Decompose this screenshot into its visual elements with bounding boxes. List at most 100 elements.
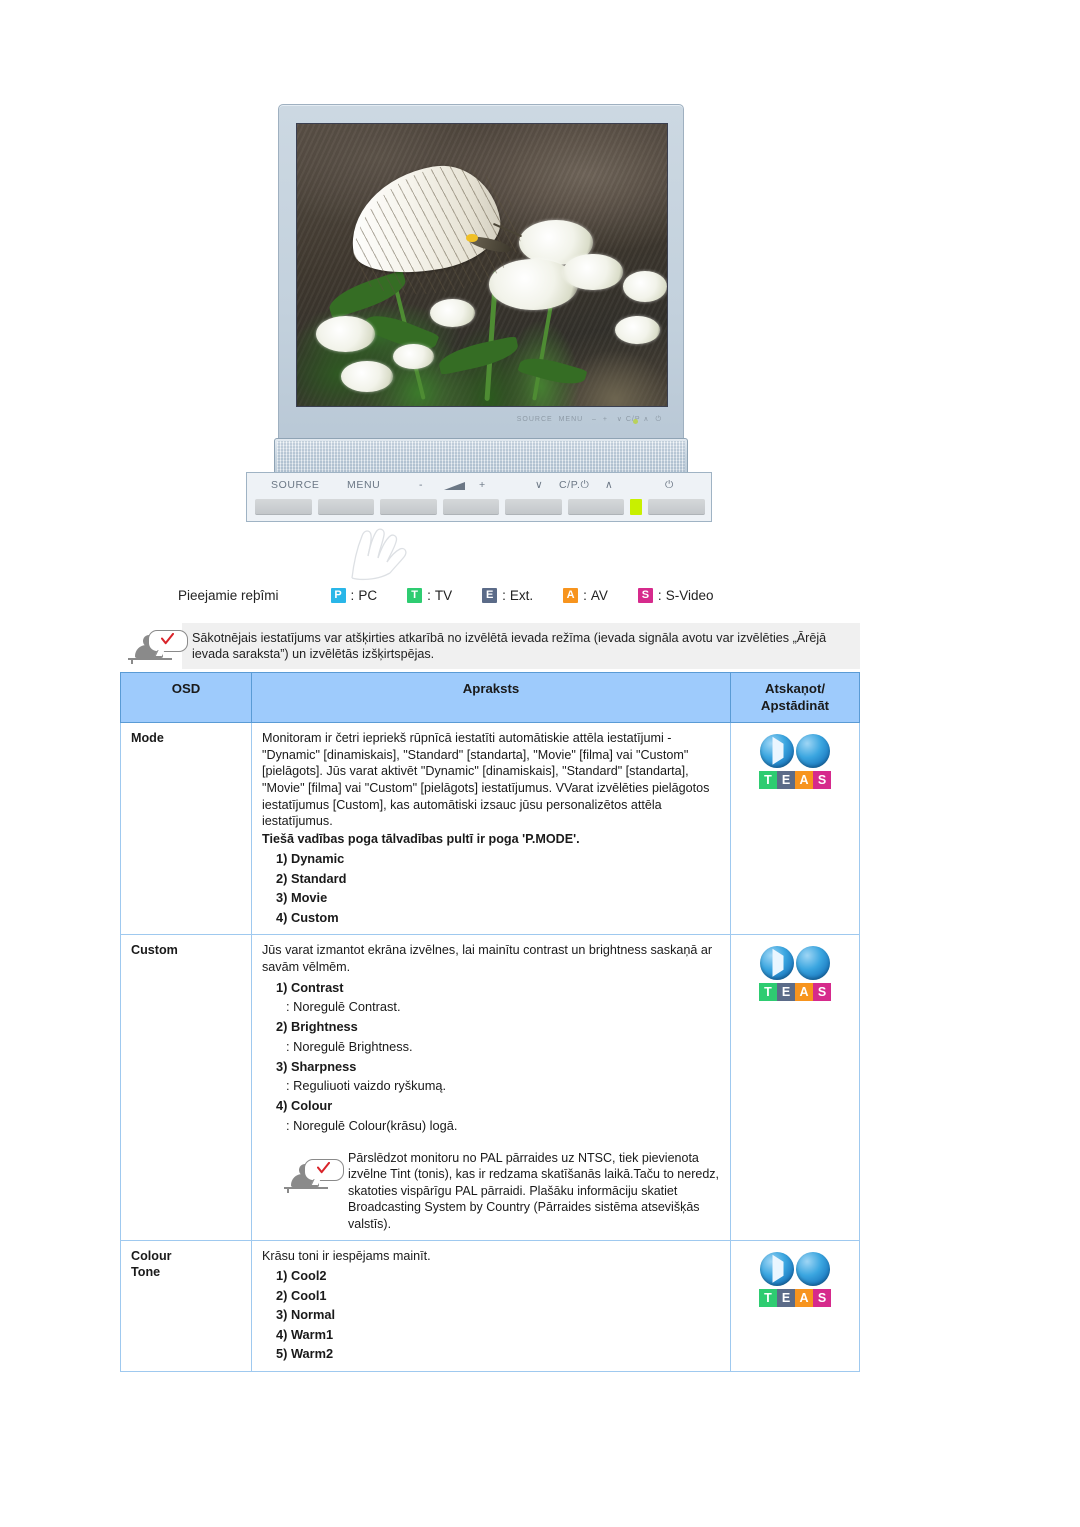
control-panel-labels: SOURCE MENU - + ∨ C/P.⏻ ∧ ⏻ (247, 479, 711, 495)
row-description-colour-tone: Krāsu toni ir iespējams mainīt. 1) Cool2… (251, 1239, 731, 1372)
list-item: 3) Movie (276, 888, 720, 908)
mode-name-svideo: S-Video (665, 587, 714, 603)
list-item-sub: : Noregulē Colour(krāsu) logā. (286, 1117, 458, 1133)
list-item: 2) Brightness : Noregulē Brightness. (276, 1017, 720, 1057)
list-item: 2) Cool1 (276, 1286, 720, 1306)
header-reset-line1: Atskaņot/ (764, 681, 826, 696)
list-item-label: Cool1 (290, 1287, 327, 1303)
panel-button-source[interactable] (255, 499, 312, 515)
monitor-illustration: SOURCE MENU – + ∨ C/P ∧ ⏻ SOURCE MENU - … (246, 104, 714, 581)
control-label-plus: + (479, 479, 486, 491)
inner-note: Pārslēdzot monitoru no PAL pārraides uz … (262, 1150, 720, 1233)
mode-badge-e: E (482, 587, 498, 603)
teas-letter-s: S (813, 771, 831, 790)
list-item-number: 3) (276, 890, 288, 906)
row-osd-line2: Tone (131, 1265, 161, 1280)
list-item-label: Standard (290, 870, 347, 886)
person-desk (128, 658, 172, 660)
teas-letter-s: S (813, 983, 831, 1002)
stop-button-icon (796, 946, 830, 981)
mode-item-tv: T : TV (407, 587, 452, 603)
volume-icon (443, 480, 467, 495)
play-button-icon (760, 734, 794, 769)
list-item-sub: : Reguliuoti vaizdo ryškumą. (286, 1078, 447, 1094)
panel-button-minus[interactable] (380, 499, 437, 515)
control-panel-buttons[interactable] (255, 499, 706, 515)
checkmark-icon (161, 633, 174, 645)
mode-item-pc: P : PC (330, 587, 378, 603)
checkmark-icon (317, 1161, 330, 1173)
mode-sep: : (502, 587, 506, 603)
list-item-label: Dynamic (290, 851, 345, 867)
row-reset-colour-tone: T E A S (730, 1239, 860, 1372)
mode-item-svideo: S : S-Video (637, 587, 714, 603)
monitor-screen (296, 123, 668, 407)
bezel-control-hints: SOURCE MENU – + ∨ C/P ∧ ⏻ (516, 416, 662, 423)
photo-flower (563, 253, 623, 291)
header-reset-line2: Apstādināt (760, 697, 830, 713)
person-desk (284, 1186, 328, 1189)
available-modes-label: Pieejamie reþîmi (178, 587, 279, 603)
list-item-label: Normal (290, 1307, 336, 1323)
teas-circles (755, 1251, 835, 1286)
row-osd-colour-tone: Colour Tone (120, 1239, 252, 1372)
list-item-label: Warm1 (290, 1326, 334, 1342)
list-item-sub: : Noregulē Brightness. (286, 1038, 413, 1054)
list-item: 4) Colour : Noregulē Colour(krāsu) logā. (276, 1096, 720, 1136)
row-osd-mode: Mode (120, 722, 252, 936)
butterfly-wing-veins (339, 155, 529, 308)
teas-letter-t: T (759, 771, 777, 790)
control-label-channel-program: C/P.⏻ (559, 479, 590, 491)
description-bold-line: Tiešā vadības poga tālvadības pultī ir p… (262, 831, 580, 846)
list-item: 4) Custom (276, 908, 720, 928)
person-desk-leg (287, 1188, 289, 1193)
mode-name-pc: PC (358, 587, 378, 603)
list-item-number: 5) (276, 1346, 288, 1362)
row-description-custom: Jūs varat izmantot ekrāna izvēlnes, lai … (251, 934, 731, 1241)
row-reset-custom: T E A S (730, 934, 860, 1241)
list-item-number: 2) (276, 1019, 288, 1035)
list-item: 3) Sharpness : Reguliuoti vaizdo ryškumą… (276, 1057, 720, 1097)
list-item-label: Brightness (290, 1019, 358, 1035)
control-label-menu: MENU (347, 479, 381, 491)
photo-flower (341, 360, 394, 392)
panel-button-menu[interactable] (317, 499, 375, 515)
panel-button-up[interactable] (567, 499, 625, 515)
list-item-number: 3) (276, 1058, 288, 1074)
teas-letters: T E A S (755, 1288, 835, 1307)
row-reset-mode: T E A S (730, 722, 860, 936)
note-text-box: Sākotnējais iestatījums var atšķirties a… (182, 623, 860, 669)
list-item-number: 2) (276, 1287, 288, 1303)
panel-button-power[interactable] (648, 499, 706, 515)
list-item: 2) Standard (276, 869, 720, 889)
list-item: 1) Dynamic (276, 849, 720, 869)
control-label-minus: - (419, 479, 424, 491)
description-paragraph: Jūs varat izmantot ekrāna izvēlnes, lai … (262, 943, 713, 974)
note-banner: Sākotnējais iestatījums var atšķirties a… (120, 622, 860, 670)
teas-icon: T E A S (755, 946, 835, 1002)
inner-note-text: Pārslēdzot monitoru no PAL pārraides uz … (348, 1150, 719, 1231)
teas-letter-t: T (759, 1288, 777, 1307)
list-item-number: 3) (276, 1307, 288, 1323)
list-item-number: 1) (276, 851, 288, 867)
chevron-up-icon: ∧ (605, 479, 614, 491)
teas-letter-t: T (759, 983, 777, 1002)
mode-sep: : (427, 587, 431, 603)
mode-badge-a: A (563, 587, 579, 603)
mode-sep: : (350, 587, 355, 603)
list-item-number: 4) (276, 909, 288, 925)
list-item-label: Colour (290, 1098, 333, 1114)
list-item-number: 1) (276, 1268, 288, 1284)
power-led-indicator (633, 419, 638, 424)
panel-button-plus[interactable] (442, 499, 500, 515)
option-list: 1) Dynamic 2) Standard 3) Movie 4) Custo… (262, 849, 720, 927)
mode-sep: : (583, 587, 587, 603)
monitor-body: SOURCE MENU – + ∨ C/P ∧ ⏻ (278, 104, 684, 446)
mode-name-ext: Ext. (509, 587, 534, 603)
chevron-down-icon: ∨ (535, 479, 544, 491)
teas-letters: T E A S (755, 983, 835, 1002)
power-icon: ⏻ (665, 479, 674, 491)
panel-button-down[interactable] (505, 499, 562, 515)
monitor-bezel-chin: SOURCE MENU – + ∨ C/P ∧ ⏻ (296, 411, 668, 433)
speech-bubble (304, 1158, 344, 1181)
